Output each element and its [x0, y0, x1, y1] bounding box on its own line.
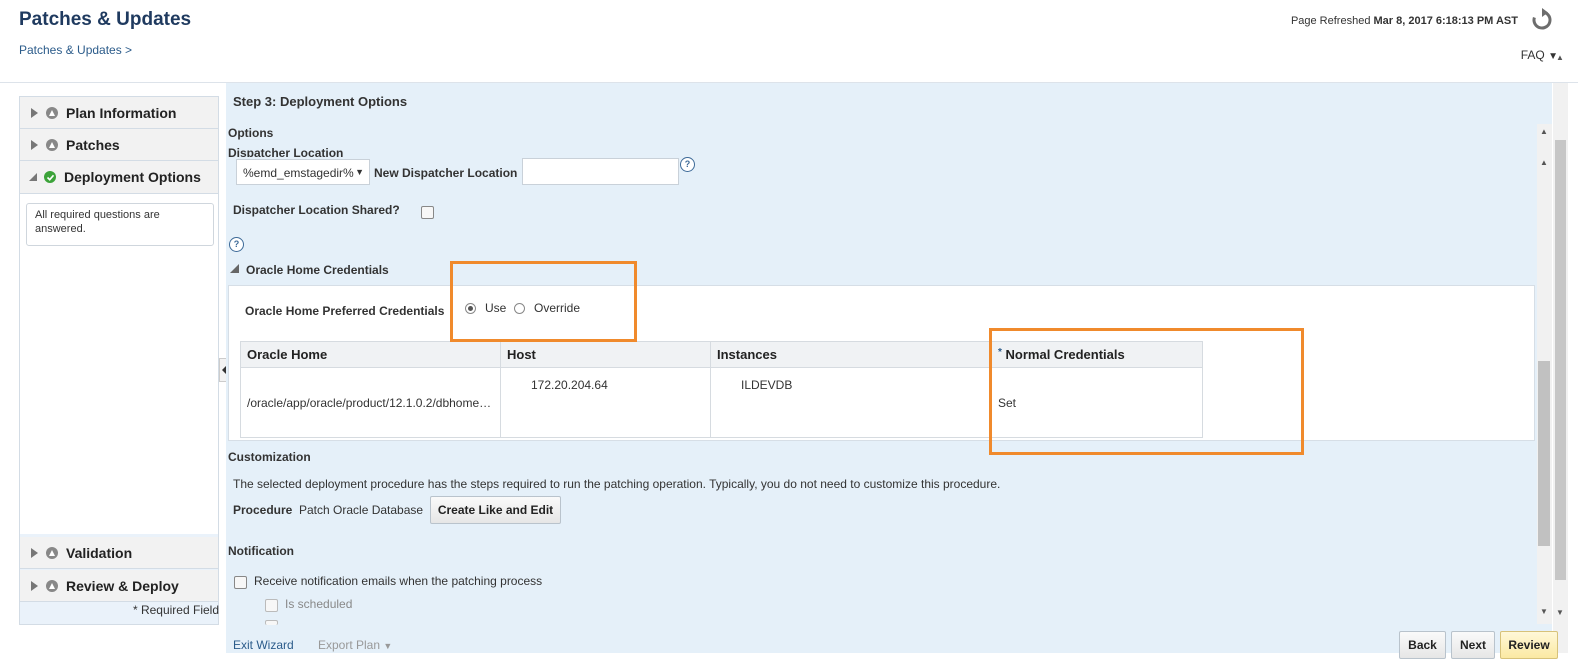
dispatcher-shared-label: Dispatcher Location Shared?: [233, 203, 400, 217]
train-item-review-deploy[interactable]: Review & Deploy: [20, 570, 218, 602]
cell-host-link[interactable]: 172.20.204.64: [500, 367, 711, 438]
notification-label: Notification: [228, 544, 294, 558]
expand-arrow-icon: [31, 580, 38, 591]
train-item-patches[interactable]: Patches: [20, 129, 218, 161]
collapse-arrow-icon: [29, 173, 37, 181]
faq-label: FAQ: [1520, 48, 1545, 62]
oh-preferred-label: Oracle Home Preferred Credentials: [245, 304, 445, 318]
outer-scroll-thumb[interactable]: [1555, 140, 1566, 580]
oh-credentials-title[interactable]: Oracle Home Credentials: [246, 263, 389, 277]
is-scheduled-checkbox[interactable]: [265, 599, 278, 612]
help-icon[interactable]: ?: [229, 237, 244, 252]
scroll-down-icon[interactable]: ▼: [1540, 607, 1548, 616]
train-item-label: Patches: [66, 136, 120, 153]
create-like-edit-button[interactable]: Create Like and Edit: [430, 496, 561, 524]
status-message: All required questions are answered.: [26, 203, 214, 246]
train-item-label: Plan Information: [66, 104, 177, 121]
procedure-label: Procedure: [233, 503, 293, 517]
cell-oracle-home: /oracle/app/oracle/product/12.1.0.2/dbho…: [240, 367, 501, 438]
breadcrumb[interactable]: Patches & Updates >: [19, 43, 132, 57]
is-scheduled-label: Is scheduled: [285, 597, 353, 611]
inner-scroll-thumb[interactable]: [1538, 361, 1550, 546]
scroll-down-icon[interactable]: ▼: [1556, 608, 1564, 617]
options-label: Options: [228, 126, 274, 140]
caret-down-icon: ▼: [383, 641, 393, 651]
faq-menu[interactable]: FAQ ▼: [1521, 48, 1558, 62]
customization-text: The selected deployment procedure has th…: [233, 477, 1001, 491]
warning-status-icon: [46, 138, 58, 151]
scroll-up-icon[interactable]: ▲: [1540, 127, 1548, 136]
train-item-plan-information[interactable]: Plan Information: [20, 97, 218, 129]
check-status-icon: [44, 171, 56, 183]
expand-arrow-icon: [31, 547, 38, 558]
train-item-deployment-options[interactable]: Deployment Options: [20, 161, 218, 194]
warning-status-icon: [46, 579, 58, 592]
required-field-note: * Required Field: [132, 603, 219, 617]
export-plan-label: Export Plan: [318, 638, 381, 652]
notify-checkbox-label: Receive notification emails when the pat…: [254, 574, 543, 588]
export-plan-menu[interactable]: Export Plan ▼: [318, 638, 392, 652]
train-item-validation[interactable]: Validation: [20, 537, 218, 569]
train-item-body: All required questions are answered.: [20, 194, 218, 534]
new-dispatcher-label: New Dispatcher Location: [374, 166, 518, 180]
train-item-label: Validation: [66, 544, 133, 561]
new-dispatcher-input[interactable]: [522, 158, 679, 185]
page-title: Patches & Updates: [19, 9, 192, 30]
back-button[interactable]: Back: [1399, 631, 1446, 659]
next-button[interactable]: Next: [1451, 631, 1495, 659]
refresh-icon[interactable]: [1530, 8, 1554, 32]
refreshed-value: Mar 8, 2017 6:18:13 PM AST: [1373, 15, 1519, 27]
dispatcher-location-label: Dispatcher Location: [228, 146, 344, 157]
highlight-box-radio: [450, 261, 637, 342]
procedure-value: Patch Oracle Database: [299, 503, 424, 517]
exit-wizard-link[interactable]: Exit Wizard: [233, 638, 294, 652]
review-button[interactable]: Review: [1500, 631, 1558, 659]
expand-arrow-icon: [31, 107, 38, 118]
dispatcher-location-select[interactable]: %emd_emstagedir% ▼: [236, 159, 370, 185]
warning-status-icon: [46, 546, 58, 559]
step-title: Step 3: Deployment Options: [233, 94, 408, 109]
warning-status-icon: [46, 106, 58, 119]
wizard-train: Plan Information Patches Deployment Opti…: [19, 96, 219, 625]
dispatcher-shared-checkbox[interactable]: [421, 206, 434, 219]
train-item-label: Deployment Options: [64, 169, 201, 185]
caret-down-icon: ▼: [355, 167, 364, 177]
column-header-oracle-home[interactable]: Oracle Home: [240, 341, 501, 368]
dispatcher-select-value: %emd_emstagedir%: [243, 166, 354, 180]
scroll-up-icon[interactable]: ▲: [1556, 53, 1564, 62]
collapse-arrow-icon[interactable]: [230, 264, 239, 273]
refreshed-label: Page Refreshed: [1290, 15, 1371, 27]
column-header-instances[interactable]: Instances: [710, 341, 992, 368]
column-header-host[interactable]: Host: [500, 341, 711, 368]
scroll-up-icon[interactable]: ▲: [1540, 158, 1548, 167]
cell-instances-link[interactable]: ILDEVDB: [710, 367, 992, 438]
partial-checkbox: [265, 620, 278, 625]
customization-label: Customization: [228, 450, 311, 464]
train-item-label: Review & Deploy: [66, 577, 179, 594]
highlight-box-credentials: [989, 328, 1304, 455]
expand-arrow-icon: [31, 139, 38, 150]
notify-checkbox[interactable]: [234, 576, 247, 589]
page-refreshed: Page Refreshed Mar 8, 2017 6:18:13 PM AS…: [1291, 15, 1518, 27]
help-icon[interactable]: ?: [680, 157, 695, 172]
